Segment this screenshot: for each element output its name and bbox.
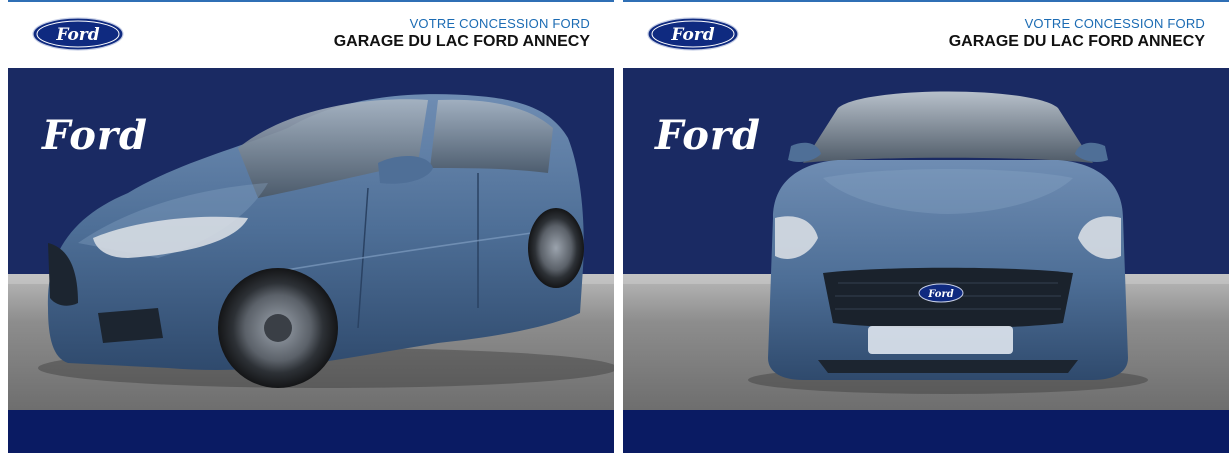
dealer-info: VOTRE CONCESSION FORD GARAGE DU LAC FORD… (334, 16, 590, 52)
dealer-header: Ford VOTRE CONCESSION FORD GARAGE DU LAC… (8, 2, 614, 68)
dealer-name: GARAGE DU LAC FORD ANNECY (333, 33, 590, 50)
ford-oval-logo-icon: Ford (32, 17, 124, 51)
footer-band (8, 410, 614, 453)
front-wheel (218, 268, 338, 388)
footer-band (623, 410, 1229, 453)
grille-badge-text: Ford (927, 289, 953, 300)
dealer-info: VOTRE CONCESSION FORD GARAGE DU LAC FORD… (949, 16, 1205, 52)
rear-wheel (528, 208, 584, 288)
dealer-name: GARAGE DU LAC FORD ANNECY (948, 33, 1205, 50)
dealer-header: Ford VOTRE CONCESSION FORD GARAGE DU LAC… (623, 2, 1229, 68)
photo-panel-front[interactable]: Ford VOTRE CONCESSION FORD GARAGE DU LAC… (623, 0, 1229, 453)
ford-oval-logo-icon: Ford (647, 17, 739, 51)
listing-photo-strip: Ford VOTRE CONCESSION FORD GARAGE DU LAC… (0, 0, 1229, 453)
ford-oval-logo-text: Ford (55, 25, 99, 45)
ford-oval-logo-text: Ford (670, 25, 714, 45)
dealer-tagline: VOTRE CONCESSION FORD (1024, 16, 1205, 31)
blurred-license-plate (868, 326, 1013, 354)
photo-panel-three-quarter[interactable]: Ford VOTRE CONCESSION FORD GARAGE DU LAC… (8, 0, 614, 453)
backdrop-ford-script: Ford (655, 112, 761, 159)
backdrop-ford-script: Ford (42, 112, 148, 159)
dealer-tagline: VOTRE CONCESSION FORD (409, 16, 590, 31)
